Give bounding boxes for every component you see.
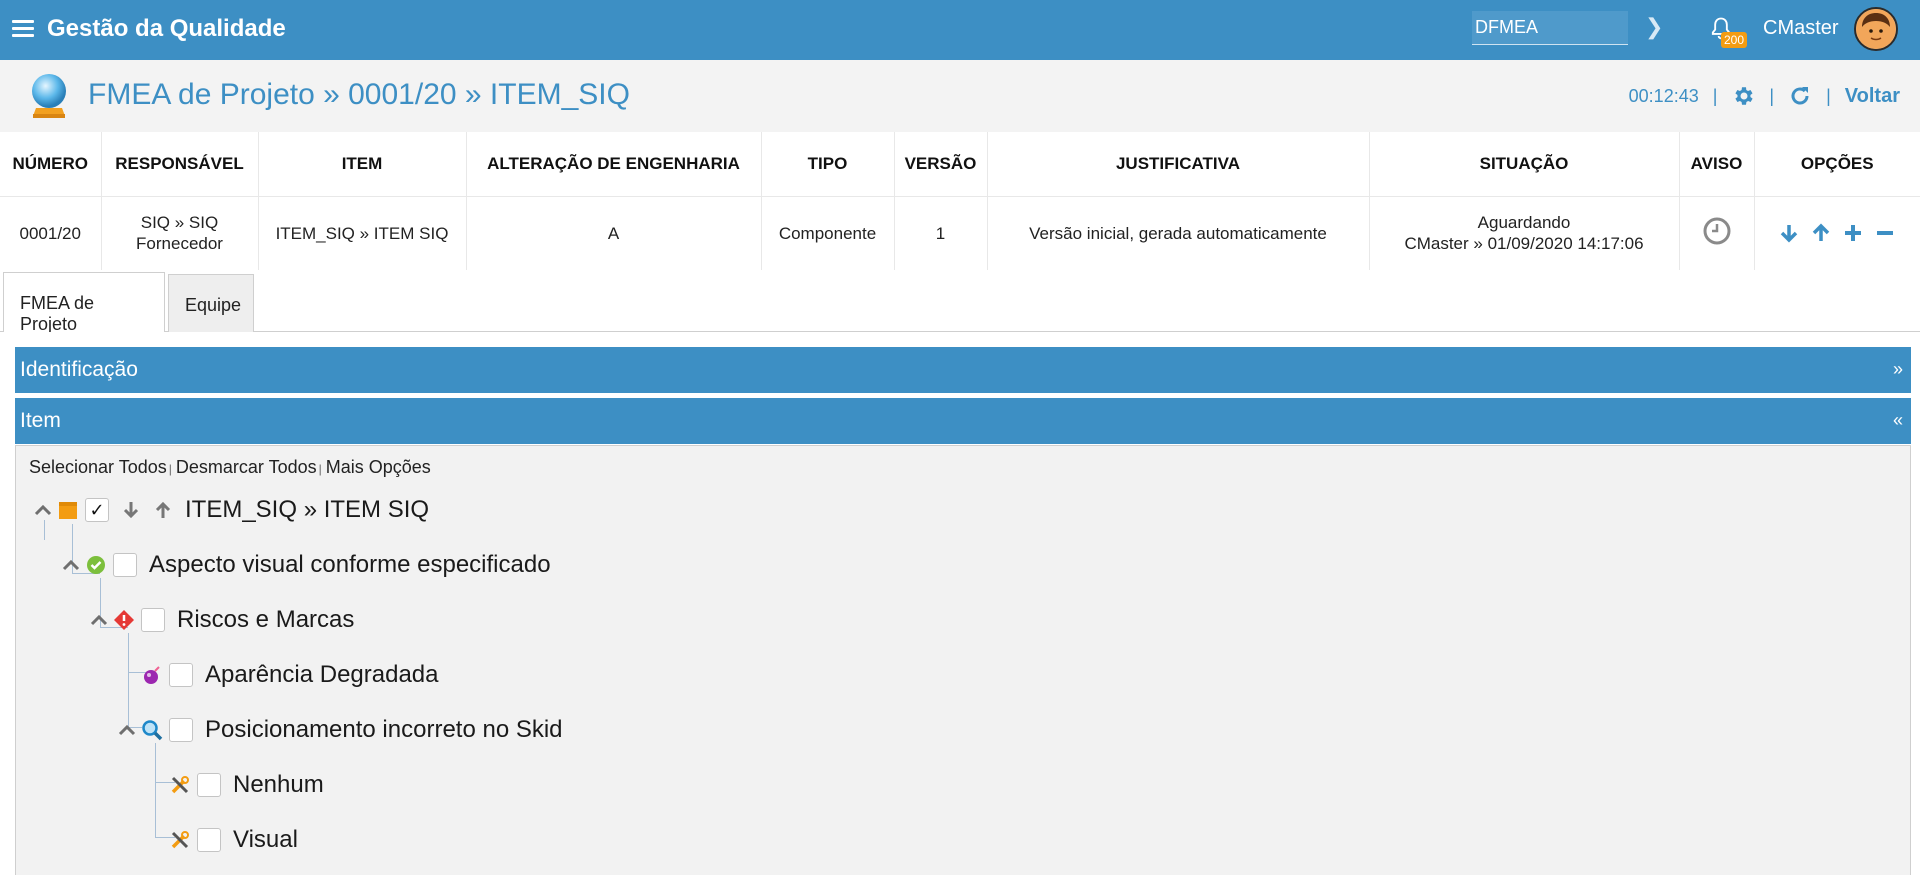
- control-tools-icon: [171, 776, 189, 794]
- minus-icon[interactable]: [1874, 222, 1896, 244]
- cell-alteracao: A: [466, 196, 762, 270]
- cell-item: ITEM_SIQ » ITEM SIQ: [258, 196, 467, 270]
- responsavel-line: SIQ » SIQ: [140, 213, 219, 233]
- more-options-link[interactable]: Mais Opções: [326, 457, 431, 477]
- tree-node-control: Visual: [145, 825, 298, 855]
- divider: |: [318, 462, 322, 476]
- tree-node-label[interactable]: Posicionamento incorreto no Skid: [205, 716, 563, 744]
- column-header: ITEM: [258, 132, 467, 197]
- expand-toggle-icon[interactable]: »: [1893, 359, 1903, 380]
- tree-node-label[interactable]: Aparência Degradada: [205, 661, 439, 689]
- hamburger-menu-icon[interactable]: [12, 20, 34, 38]
- page-title: FMEA de Projeto » 0001/20 » ITEM_SIQ: [88, 78, 630, 111]
- panel-title: Identificação: [20, 358, 138, 381]
- tree-node-checkbox[interactable]: [197, 828, 221, 852]
- cell-tipo: Componente: [761, 196, 895, 270]
- plus-icon[interactable]: [1842, 222, 1864, 244]
- table-row: 0001/20 SIQ » SIQ Fornecedor ITEM_SIQ » …: [0, 196, 1920, 270]
- tab-bar: FMEA de Projeto Equipe: [0, 272, 1920, 334]
- column-header: ALTERAÇÃO DE ENGENHARIA: [466, 132, 762, 197]
- module-search-input[interactable]: [1472, 11, 1628, 45]
- cell-responsavel: SIQ » SIQ Fornecedor: [101, 196, 259, 270]
- tree-node-label[interactable]: Visual: [233, 826, 298, 854]
- back-link[interactable]: Voltar: [1845, 85, 1900, 108]
- tree-node-item: ✓ ITEM_SIQ » ITEM SIQ: [33, 495, 429, 525]
- tree-node-failure-mode: Riscos e Marcas: [89, 605, 354, 635]
- move-down-icon[interactable]: [121, 499, 141, 521]
- chevron-up-icon[interactable]: [117, 723, 137, 737]
- clock-icon[interactable]: [1702, 216, 1732, 246]
- options-group: [1755, 222, 1920, 244]
- tree-node-label[interactable]: Aspecto visual conforme especificado: [149, 551, 551, 579]
- chevron-up-icon[interactable]: [33, 503, 53, 517]
- tree-node-checkbox[interactable]: [169, 663, 193, 687]
- tree-node-label[interactable]: Nenhum: [233, 771, 324, 799]
- panel-title: Item: [20, 409, 61, 432]
- tree-node-checkbox[interactable]: [197, 773, 221, 797]
- selection-links: Selecionar Todos | Desmarcar Todos | Mais Op…: [29, 457, 431, 478]
- panel-identificacao-header[interactable]: Identificação »: [15, 347, 1911, 393]
- column-header: VERSÃO: [894, 132, 988, 197]
- cell-justificativa: Versão inicial, gerada automaticamente: [987, 196, 1370, 270]
- tree-node-checkbox[interactable]: [169, 718, 193, 742]
- top-bar: Gestão da Qualidade ❯ 200 CMaster: [0, 0, 1920, 60]
- control-tools-icon: [171, 831, 189, 849]
- tree-node-function: Aspecto visual conforme especificado: [61, 550, 551, 580]
- session-timer: 00:12:43: [1628, 85, 1699, 106]
- chevron-up-icon[interactable]: [61, 558, 81, 572]
- chevron-right-icon[interactable]: ❯: [1645, 14, 1663, 40]
- deselect-all-link[interactable]: Desmarcar Todos: [176, 457, 317, 477]
- tree-node-control: Nenhum: [145, 770, 324, 800]
- panel-item-header[interactable]: Item «: [15, 398, 1911, 444]
- avatar[interactable]: [1854, 7, 1898, 51]
- tree-node-checkbox[interactable]: ✓: [85, 498, 109, 522]
- column-header: JUSTIFICATIVA: [987, 132, 1370, 197]
- cell-situacao: Aguardando CMaster » 01/09/2020 14:17:06: [1369, 196, 1680, 270]
- tab-fmea-de-projeto[interactable]: FMEA de Projeto: [3, 272, 165, 334]
- fmea-info-table: NÚMERO RESPONSÁVEL ITEM ALTERAÇÃO DE ENG…: [0, 132, 1920, 270]
- move-up-icon[interactable]: [153, 499, 173, 521]
- arrow-up-icon[interactable]: [1810, 222, 1832, 244]
- tab-equipe[interactable]: Equipe: [168, 274, 254, 332]
- user-name[interactable]: CMaster: [1763, 17, 1839, 40]
- gear-icon[interactable]: [1731, 84, 1755, 108]
- item-box-icon: [59, 502, 77, 519]
- column-header: RESPONSÁVEL: [101, 132, 259, 197]
- column-header: TIPO: [761, 132, 895, 197]
- tree-node-effect: Aparência Degradada: [117, 660, 439, 690]
- cell-opcoes: [1754, 196, 1920, 270]
- failure-mode-icon: [114, 610, 134, 630]
- divider: |: [1712, 85, 1718, 106]
- notification-badge: 200: [1721, 32, 1748, 48]
- divider: |: [1826, 85, 1831, 106]
- tree-node-cause: Posicionamento incorreto no Skid: [117, 715, 563, 745]
- cell-versao: 1: [894, 196, 988, 270]
- app-title: Gestão da Qualidade: [47, 15, 286, 42]
- column-header: SITUAÇÃO: [1369, 132, 1680, 197]
- divider: |: [168, 462, 172, 476]
- select-all-link[interactable]: Selecionar Todos: [29, 457, 167, 477]
- arrow-down-icon[interactable]: [1778, 222, 1800, 244]
- cell-aviso: [1679, 196, 1755, 270]
- crystal-ball-icon: [32, 74, 66, 118]
- collapse-toggle-icon[interactable]: «: [1893, 410, 1903, 431]
- function-check-icon: [87, 556, 105, 574]
- tree-node-label[interactable]: Riscos e Marcas: [177, 606, 354, 634]
- tree-node-checkbox[interactable]: [141, 608, 165, 632]
- chevron-up-icon[interactable]: [89, 613, 109, 627]
- effect-icon: [144, 666, 160, 684]
- header-actions: 00:12:43 | | | Voltar: [1629, 84, 1900, 108]
- divider: |: [1769, 85, 1775, 106]
- column-header: NÚMERO: [0, 132, 102, 197]
- refresh-icon[interactable]: [1788, 84, 1812, 108]
- tree-node-checkbox[interactable]: [113, 553, 137, 577]
- responsavel-line: Fornecedor: [136, 234, 223, 254]
- column-header: AVISO: [1679, 132, 1755, 197]
- tree-node-label[interactable]: ITEM_SIQ » ITEM SIQ: [185, 496, 429, 524]
- column-header: OPÇÕES: [1754, 132, 1920, 197]
- cell-numero: 0001/20: [0, 196, 102, 270]
- situacao-line: Aguardando: [1477, 213, 1571, 233]
- cause-search-icon: [142, 720, 163, 741]
- situacao-line: CMaster » 01/09/2020 14:17:06: [1404, 234, 1644, 254]
